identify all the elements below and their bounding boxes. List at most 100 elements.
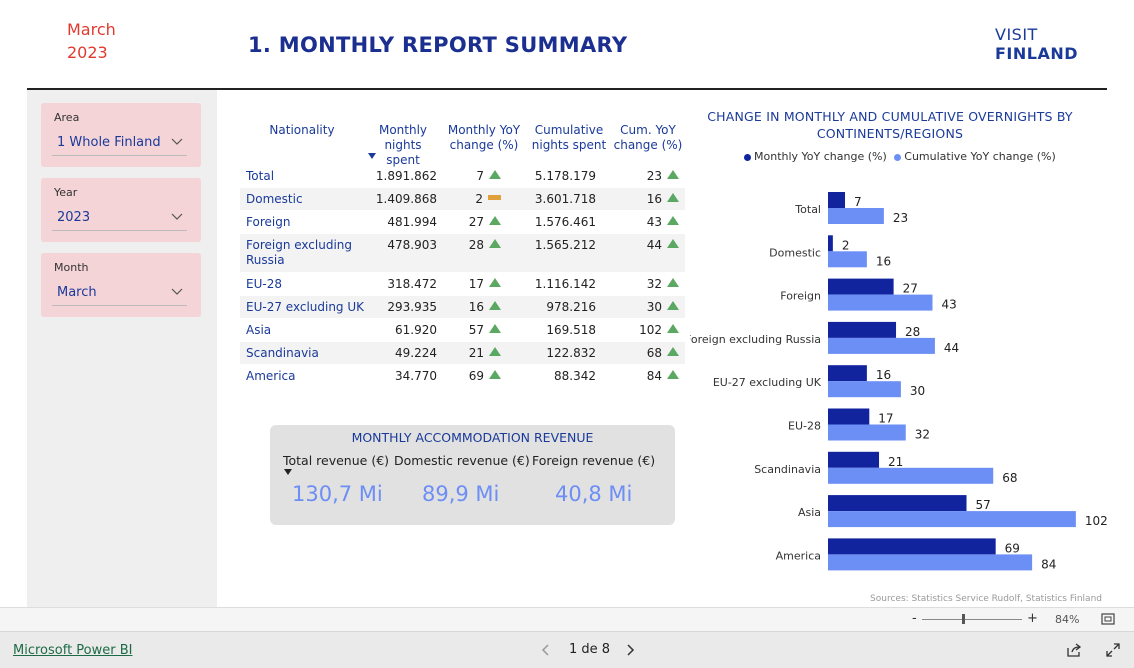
page-title: 1. MONTHLY REPORT SUMMARY (248, 33, 628, 57)
domestic-revenue-value: 89,9 Mi (422, 482, 500, 506)
data-label: 84 (1041, 557, 1056, 571)
foreign-revenue-label[interactable]: Foreign revenue (€) (532, 453, 655, 468)
bar-cumulative (828, 467, 994, 484)
cumulative-nights-cell: 88.342 (554, 369, 596, 383)
domestic-revenue-label[interactable]: Domestic revenue (€) (394, 453, 530, 468)
chevron-down-icon (171, 138, 183, 145)
cell-value: 88.342 (554, 369, 596, 383)
cell-value: 49.224 (395, 346, 437, 360)
nationality-cell: EU-27 excluding UK (246, 300, 366, 315)
sort-descending-icon (368, 153, 376, 159)
nationality-cell: America (246, 369, 366, 384)
table-row[interactable]: Domestic 1.409.868 2 3.601.718 16 (240, 188, 685, 210)
previous-page-icon[interactable] (540, 643, 550, 657)
filter-label: Year (54, 186, 78, 199)
cell-value: 44 (646, 238, 662, 252)
share-icon[interactable] (1066, 642, 1082, 658)
bar-cumulative (828, 337, 935, 354)
next-page-icon[interactable] (626, 643, 636, 657)
table-row[interactable]: Foreign 481.994 27 1.576.461 43 (240, 211, 685, 233)
cell-value: EU-28 (246, 277, 282, 291)
nationality-cell: Foreign excluding Russia (246, 238, 366, 268)
cell-value: 3.601.718 (534, 192, 596, 206)
cell-value: 978.216 (546, 300, 596, 314)
trend-up-icon (667, 193, 679, 202)
cell-value: 30 (646, 300, 662, 314)
chart-title: CHANGE IN MONTHLY AND CUMULATIVE OVERNIG… (707, 109, 1073, 141)
power-bi-link[interactable]: Microsoft Power BI (13, 643, 132, 658)
data-label: 30 (910, 384, 925, 398)
cum-yoy-cell: 84 (647, 369, 679, 383)
fit-to-page-icon[interactable] (1101, 613, 1115, 625)
zoom-slider-track[interactable] (922, 619, 1022, 620)
nationality-cell: Asia (246, 323, 366, 338)
table-row[interactable]: Asia 61.920 57 169.518 102 (240, 319, 685, 341)
table-row[interactable]: Foreign excluding Russia 478.903 28 1.565.2… (240, 234, 685, 272)
column-header-monthly-nights[interactable]: Monthly nights spent (368, 123, 438, 168)
month-dropdown[interactable]: March (52, 280, 187, 306)
legend-item-monthly[interactable]: Monthly YoY change (%) (744, 150, 890, 163)
cell-value: Scandinavia (246, 346, 319, 360)
cell-value: 27 (468, 215, 484, 229)
nationality-cell: EU-28 (246, 277, 366, 292)
year-filter: Year 2023 (41, 178, 201, 242)
table-row[interactable]: America 34.770 69 88.342 84 (240, 365, 685, 387)
cell-value: 16 (646, 192, 662, 206)
data-label: 2 (842, 238, 850, 252)
data-label: 44 (944, 341, 959, 355)
table-row[interactable]: EU-27 excluding UK 293.935 16 978.216 30 (240, 296, 685, 318)
cell-value: 21 (468, 346, 484, 360)
zoom-in-button[interactable]: + (1027, 611, 1038, 626)
table-row[interactable]: Total 1.891.862 7 5.178.179 23 (240, 165, 685, 187)
bar-cumulative (828, 554, 1033, 571)
trend-up-icon (489, 278, 501, 287)
cell-value: 1.565.212 (534, 238, 596, 252)
cell-value: America (246, 369, 296, 383)
year-dropdown[interactable]: 2023 (52, 205, 187, 231)
cell-value: 1.116.142 (534, 277, 596, 291)
data-label: 68 (1002, 471, 1017, 485)
category-label: Domestic (769, 246, 821, 259)
data-label: 57 (976, 498, 991, 512)
zoom-level: 84% (1055, 613, 1080, 626)
cell-value: 102 (639, 323, 662, 337)
data-label: 16 (876, 254, 891, 268)
monthly-yoy-cell: 17 (469, 277, 501, 291)
monthly-yoy-cell: 7 (476, 169, 501, 183)
bar-cumulative (828, 381, 901, 398)
data-label: 17 (878, 412, 893, 426)
nationality-cell: Domestic (246, 192, 366, 207)
category-label: Total (794, 203, 821, 216)
area-dropdown[interactable]: 1 Whole Finland (52, 130, 187, 156)
table-row[interactable]: EU-28 318.472 17 1.116.142 32 (240, 273, 685, 295)
bar-monthly (828, 235, 833, 252)
dropdown-value: 1 Whole Finland (57, 135, 161, 150)
table-row[interactable]: Scandinavia 49.224 21 122.832 68 (240, 342, 685, 364)
fullscreen-icon[interactable] (1106, 643, 1120, 657)
zoom-slider-handle[interactable] (962, 614, 965, 624)
data-label: 69 (1005, 541, 1020, 555)
cell-value: 318.472 (387, 277, 437, 291)
cell-value: Total (246, 169, 275, 183)
trend-up-icon (489, 239, 501, 248)
column-header-monthly-yoy[interactable]: Monthly YoY change (%) (444, 123, 524, 153)
category-label: Foreign excluding Russia (690, 333, 821, 346)
filter-label: Month (54, 261, 89, 274)
visit-finland-logo: VISIT FINLAND (995, 25, 1078, 63)
column-header-cum-yoy[interactable]: Cum. YoY change (%) (611, 123, 685, 153)
column-header-cumulative-nights[interactable]: Cumulative nights spent (529, 123, 609, 153)
category-label: Scandinavia (754, 463, 821, 476)
bar-monthly (828, 192, 846, 208)
column-header-nationality[interactable]: Nationality (260, 123, 344, 138)
data-label: 27 (903, 282, 918, 296)
total-revenue-label[interactable]: Total revenue (€) (283, 453, 389, 468)
data-label: 16 (876, 368, 891, 382)
zoom-out-button[interactable]: - (912, 611, 917, 626)
cell-value: 122.832 (546, 346, 596, 360)
legend-item-cumulative[interactable]: Cumulative YoY change (%) (894, 150, 1056, 163)
cumulative-nights-cell: 169.518 (546, 323, 596, 337)
bar-monthly (828, 321, 897, 338)
cell-value: 5.178.179 (534, 169, 596, 183)
data-label: 21 (888, 455, 903, 469)
trend-up-icon (489, 370, 501, 379)
